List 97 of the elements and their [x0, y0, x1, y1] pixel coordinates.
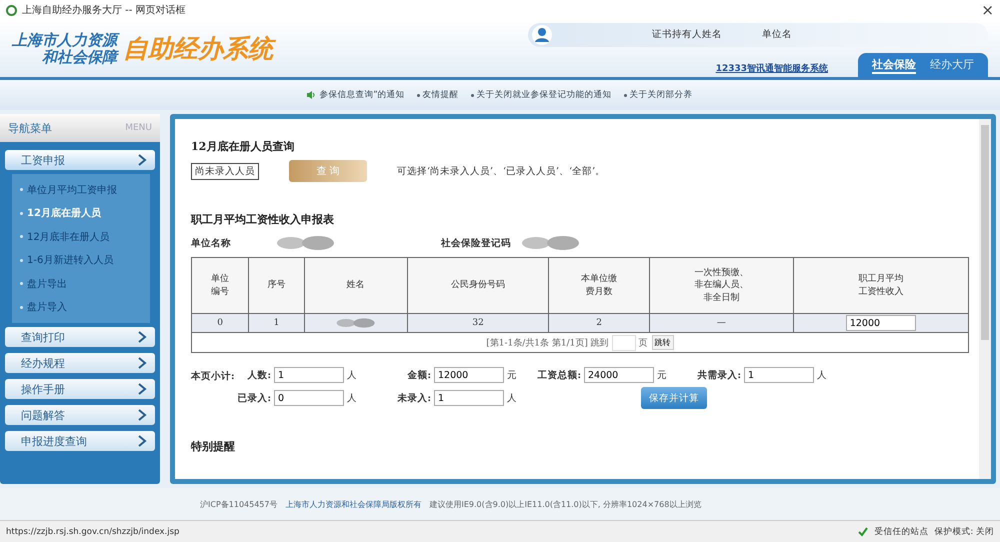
nav-section[interactable]: 工资申报 — [5, 150, 155, 170]
unit-text: 元 — [507, 368, 517, 382]
unit-text: 人 — [347, 392, 357, 404]
pager-text: [第1-1条/共1条 第1/1页] 跳到 — [486, 338, 609, 348]
jump-button[interactable]: 跳转 — [652, 335, 674, 350]
header-tab[interactable]: 经办大厅 — [930, 56, 974, 74]
subtotal-label: 本页小计: — [191, 370, 235, 383]
chevron-icon — [138, 331, 147, 343]
chevron-icon — [138, 409, 147, 421]
column-header: 序号 — [267, 279, 286, 292]
field-label: 人数: — [247, 368, 271, 382]
close-button[interactable]: × — [981, 1, 994, 19]
status-select[interactable]: 尚未录入人员 — [191, 162, 259, 180]
value-field[interactable]: 1 — [434, 390, 504, 406]
section-title: 职工月平均工资性收入申报表 — [191, 212, 335, 227]
scrollbar-thumb[interactable] — [981, 125, 989, 340]
logo-text: 和社会保障 — [42, 48, 117, 66]
service-link[interactable]: 12333智讯通智能服务系统 — [716, 62, 828, 74]
nav-item[interactable]: 1-6月新进转入人员 — [27, 248, 114, 272]
save-button[interactable]: 保存并计算 — [641, 387, 707, 409]
nav-section[interactable]: 问题解答 — [5, 405, 155, 425]
table-cell: — — [649, 314, 794, 332]
unit-text: 人 — [347, 368, 357, 382]
speaker-icon — [307, 91, 316, 99]
page-unit: 页 — [638, 338, 648, 348]
protected-mode-text: 保护模式: 关闭 — [934, 526, 994, 538]
nav-section[interactable]: 申报进度查询 — [5, 431, 155, 451]
notice-link[interactable]: 关于关闭部分养 — [630, 89, 693, 101]
column-header: 职工月平均工资性收入 — [858, 272, 904, 298]
bullet-icon — [624, 94, 627, 96]
hint-text: 可选择‘尚未录入人员’、‘已录入人员’、‘全部’。 — [397, 164, 606, 178]
bullet-icon — [20, 212, 23, 215]
field-label: 工资总额: — [537, 368, 581, 382]
nav-item[interactable]: 盘片导入 — [27, 296, 67, 319]
nav-item[interactable]: 盘片导出 — [27, 272, 67, 296]
header-tab[interactable]: 社会保险 — [872, 56, 916, 74]
bullet-icon — [470, 94, 474, 96]
ie-icon — [6, 4, 17, 16]
notice-link[interactable]: 友情提醒 — [422, 89, 459, 101]
icp-number: 沪ICP备11045457号 — [200, 498, 278, 510]
chevron-icon — [138, 154, 147, 166]
user-icon — [532, 24, 552, 44]
nav-item[interactable]: 12月底在册人员 — [27, 202, 101, 225]
column-header: 单位编号 — [210, 272, 230, 298]
field-label: 共需录入: — [697, 368, 741, 382]
value-field[interactable]: 1 — [274, 367, 344, 383]
nav-section[interactable]: 查询打印 — [5, 327, 155, 347]
nav-item[interactable]: 12月底非在册人员 — [27, 225, 110, 248]
column-header: 一次性预缴、非在编人员、非全日制 — [694, 266, 749, 304]
chevron-icon — [138, 357, 147, 369]
unit-name-label: 单位名称 — [191, 236, 231, 250]
column-header: 姓名 — [346, 279, 365, 292]
nav-section[interactable]: 操作手册 — [5, 379, 155, 399]
window-title: 上海自助经办服务大厅 -- 网页对话框 — [22, 4, 187, 17]
unit-label: 单位名 — [762, 28, 792, 41]
chevron-icon — [138, 435, 147, 447]
table-cell: 1 — [248, 314, 304, 332]
nav-title: 导航菜单 — [8, 120, 52, 136]
bullet-icon — [20, 258, 23, 262]
field-label: 未录入: — [397, 392, 431, 404]
chevron-icon — [138, 383, 147, 395]
table-cell: 2 — [548, 314, 650, 332]
status-url: https://zzjb.rsj.sh.gov.cn/shzzjb/index.jsp — [6, 526, 180, 536]
income-field[interactable]: 12000 — [846, 315, 916, 331]
zone-text: 受信任的站点 — [874, 526, 928, 538]
bullet-icon — [416, 94, 420, 96]
bullet-icon — [20, 188, 23, 192]
redacted-smudge — [521, 235, 581, 251]
field-label: 金额: — [407, 368, 431, 382]
nav-section[interactable]: 经办规程 — [5, 353, 155, 373]
bullet-icon — [20, 282, 23, 286]
unit-text: 元 — [657, 368, 667, 382]
page-field[interactable] — [612, 334, 636, 350]
table-cell: 32 — [407, 314, 549, 332]
value-field[interactable]: 12000 — [434, 367, 504, 383]
unit-text: 人 — [817, 368, 827, 382]
value-field[interactable]: 24000 — [584, 367, 654, 383]
bullet-icon — [20, 235, 23, 238]
section-title: 12月底在册人员查询 — [191, 139, 296, 154]
menu-label: MENU — [125, 123, 152, 133]
value-field[interactable]: 0 — [274, 390, 344, 406]
nav-item[interactable]: 单位月平均工资申报 — [27, 178, 117, 202]
bullet-icon — [20, 306, 23, 309]
table-cell: 0 — [192, 314, 249, 332]
value-field[interactable]: 1 — [744, 367, 814, 383]
notice-link[interactable]: 参保信息查询”的通知 — [319, 89, 405, 101]
unit-text: 人 — [507, 392, 517, 404]
holder-label: 证书持有人姓名 — [652, 28, 722, 41]
column-header: 公民身份号码 — [451, 279, 506, 292]
section-title: 特别提醒 — [191, 439, 236, 454]
copyright-text: 上海市人力资源和社会保障局版权所有 — [286, 498, 422, 510]
column-header: 本单位缴费月数 — [580, 272, 618, 298]
notice-link[interactable]: 关于关闭就业参保登记功能的通知 — [476, 89, 612, 101]
check-icon — [858, 526, 868, 536]
field-label: 已录入: — [237, 392, 271, 404]
browser-suggestion: 建议使用IE9.0(含9.0)以上IE11.0(含11.0)以下, 分辨率1024×768以上浏览 — [430, 498, 702, 510]
registration-label: 社会保险登记码 — [441, 236, 511, 250]
